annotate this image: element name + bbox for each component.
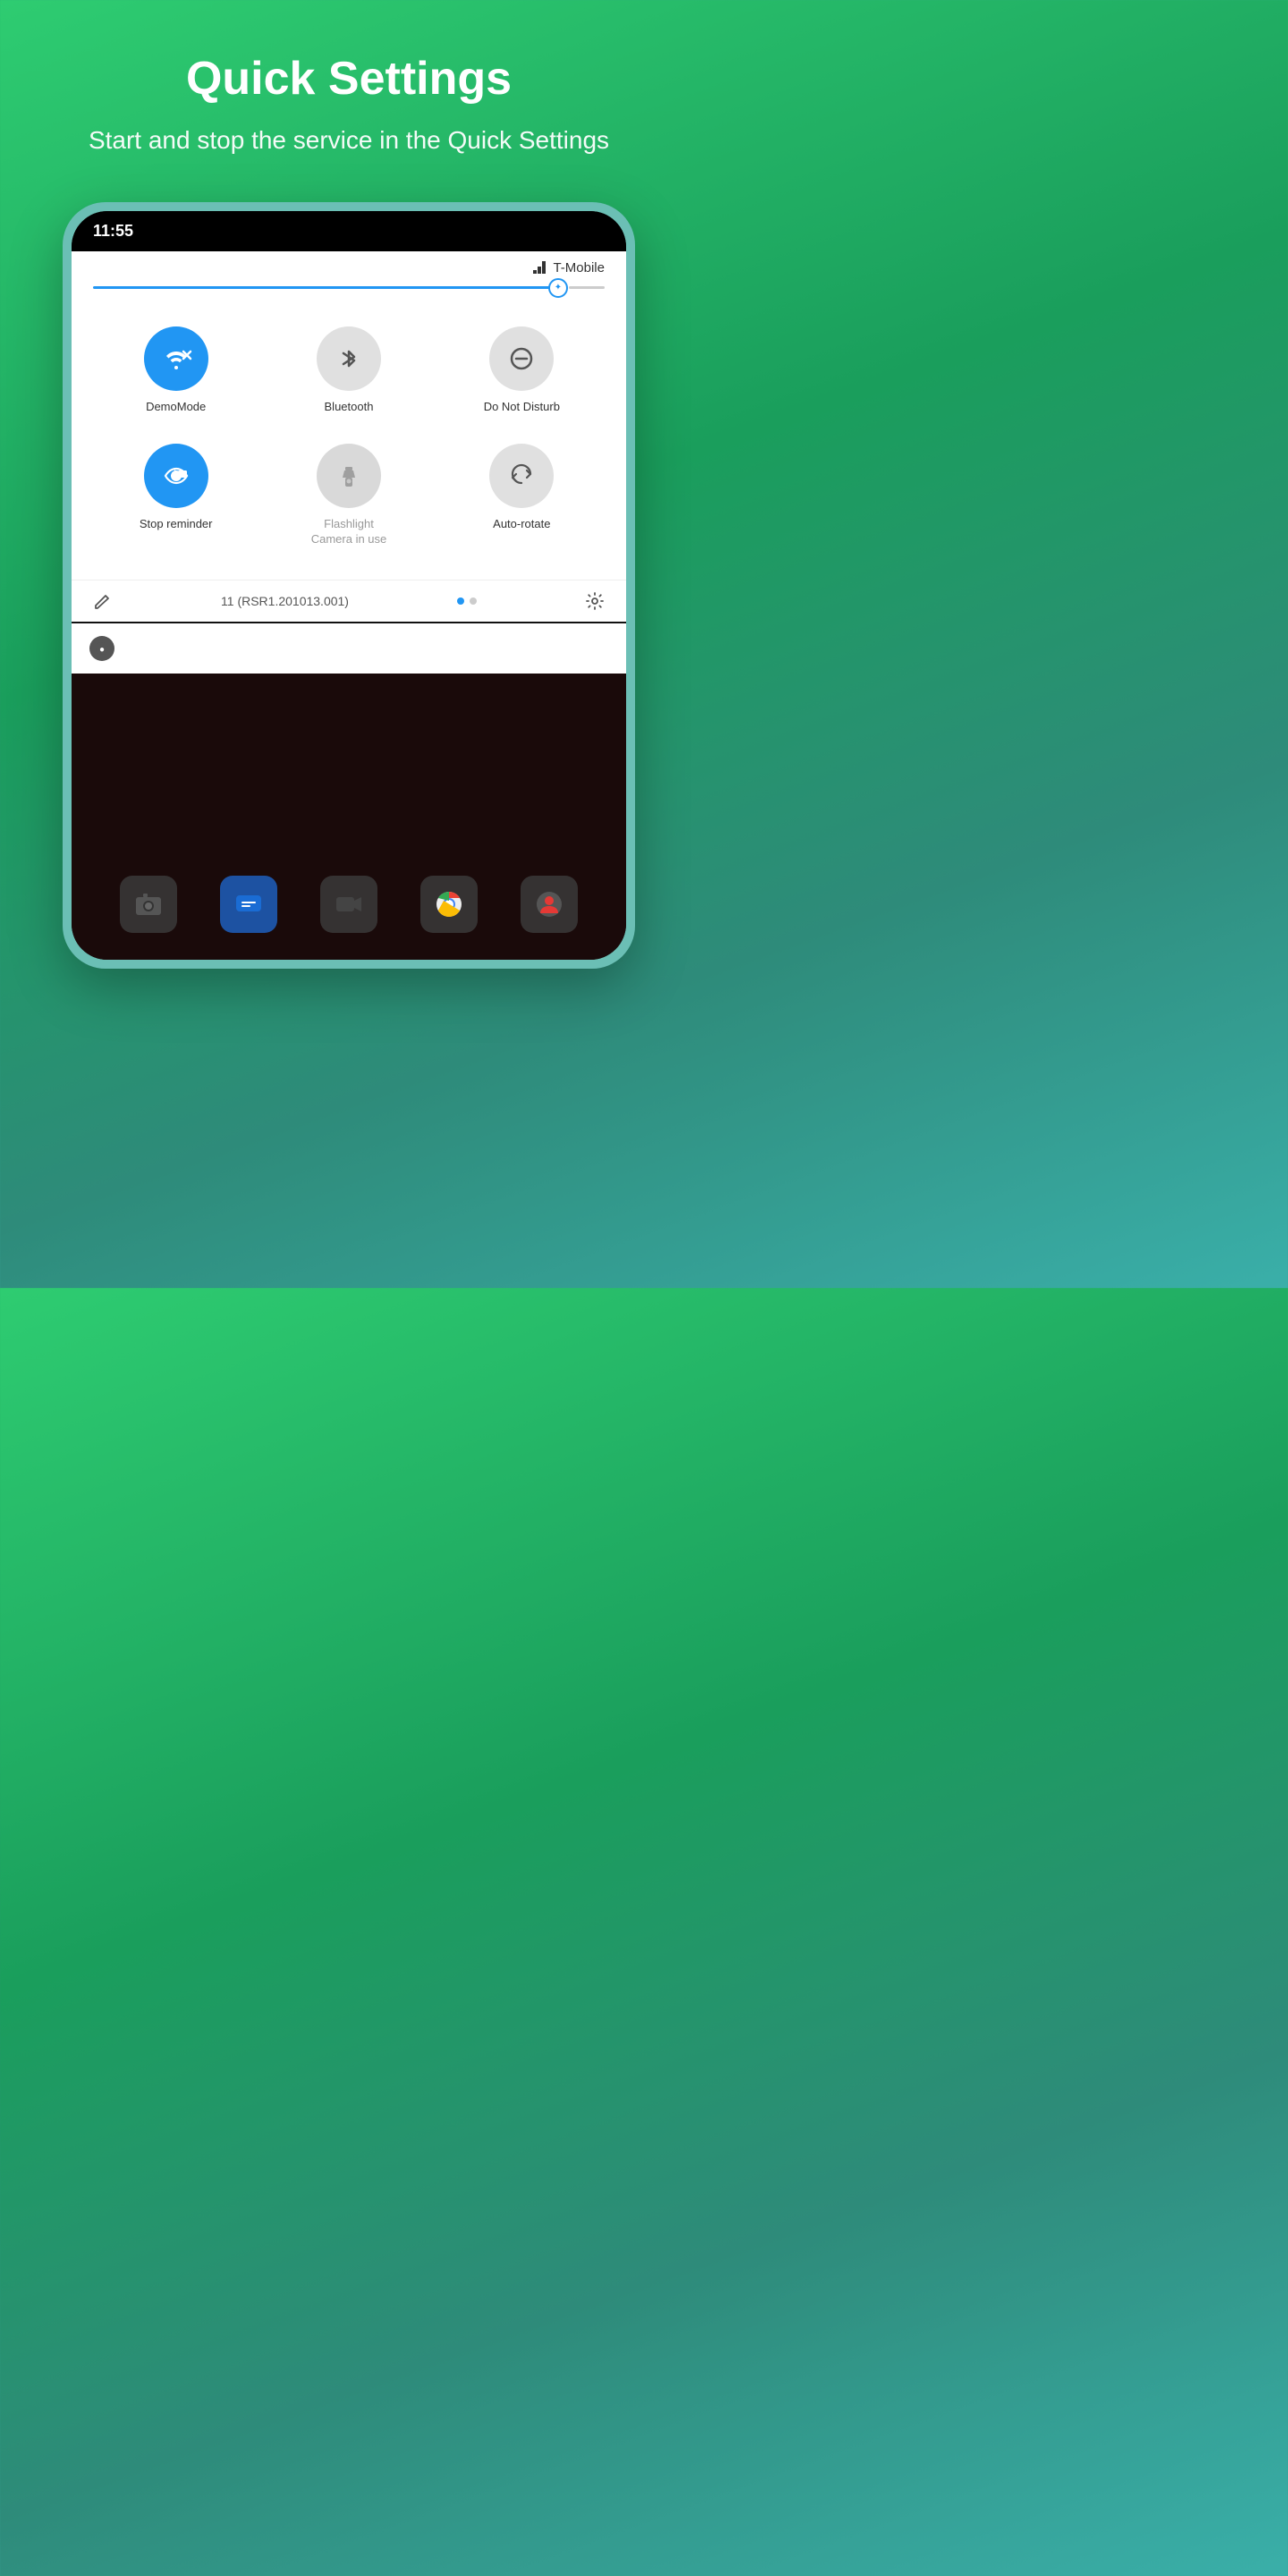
messages-icon — [234, 890, 263, 919]
notification-bar: ● — [72, 623, 626, 674]
flashlight-icon — [333, 460, 365, 492]
flashlight-label: FlashlightCamera in use — [311, 517, 387, 547]
brightness-track[interactable] — [93, 286, 558, 289]
tile-do-not-disturb[interactable]: Do Not Disturb — [436, 312, 608, 429]
home-screen — [72, 674, 626, 960]
rotate-icon — [505, 460, 538, 492]
clock: 11:55 — [93, 222, 133, 241]
dnd-icon-circle — [489, 326, 554, 391]
dock-app-chrome[interactable] — [420, 876, 478, 933]
phone-mockup: 11:55 T-Mobile — [63, 202, 635, 969]
page-title: Quick Settings — [89, 54, 609, 105]
signal-icon — [533, 261, 547, 275]
brightness-thumb[interactable] — [548, 278, 568, 298]
dock-app-camera[interactable] — [120, 876, 177, 933]
phone-screen: 11:55 T-Mobile — [72, 211, 626, 960]
eye-camera-icon — [160, 460, 192, 492]
carrier-row: T-Mobile — [72, 251, 626, 279]
dock — [72, 858, 626, 960]
dnd-label: Do Not Disturb — [484, 400, 560, 415]
brightness-right-track — [569, 286, 605, 289]
dock-app-contacts[interactable] — [521, 876, 578, 933]
brightness-row[interactable] — [72, 279, 626, 303]
demo-mode-icon-circle — [144, 326, 208, 391]
quick-settings-panel: T-Mobile — [72, 251, 626, 622]
stop-reminder-icon-circle — [144, 444, 208, 508]
bluetooth-icon-circle — [317, 326, 381, 391]
carrier-name: T-Mobile — [553, 260, 605, 275]
minus-circle-icon — [505, 343, 538, 375]
bluetooth-icon — [333, 343, 365, 375]
svg-text:●: ● — [99, 645, 105, 655]
camera-icon — [134, 890, 163, 919]
bluetooth-label: Bluetooth — [325, 400, 374, 415]
notif-icon: ● — [89, 636, 114, 661]
status-bar: 11:55 — [72, 211, 626, 251]
auto-rotate-label: Auto-rotate — [493, 517, 550, 532]
tile-flashlight[interactable]: FlashlightCamera in use — [262, 429, 435, 562]
edit-icon[interactable] — [93, 591, 113, 611]
notif-icon-inner: ● — [95, 641, 109, 656]
dot-inactive — [470, 597, 477, 605]
demo-mode-label: DemoMode — [146, 400, 206, 415]
page-dots — [457, 597, 477, 605]
flashlight-icon-circle — [317, 444, 381, 508]
version-text: 11 (RSR1.201013.001) — [221, 594, 349, 608]
chrome-icon — [435, 890, 463, 919]
header-section: Quick Settings Start and stop the servic… — [35, 0, 663, 184]
tile-demo-mode[interactable]: DemoMode — [89, 312, 262, 429]
dot-active — [457, 597, 464, 605]
contacts-icon — [535, 890, 564, 919]
auto-rotate-icon-circle — [489, 444, 554, 508]
settings-icon[interactable] — [585, 591, 605, 611]
dock-app-messages[interactable] — [220, 876, 277, 933]
tile-bluetooth[interactable]: Bluetooth — [262, 312, 435, 429]
video-icon — [335, 890, 363, 919]
dock-app-video[interactable] — [320, 876, 377, 933]
bottom-bar: 11 (RSR1.201013.001) — [72, 580, 626, 622]
stop-reminder-label: Stop reminder — [140, 517, 213, 532]
tiles-grid: DemoMode Bluetooth — [72, 303, 626, 580]
wifi-x-icon — [160, 343, 192, 375]
tile-auto-rotate[interactable]: Auto-rotate — [436, 429, 608, 562]
tile-stop-reminder[interactable]: Stop reminder — [89, 429, 262, 562]
page-subtitle: Start and stop the service in the Quick … — [89, 123, 609, 157]
